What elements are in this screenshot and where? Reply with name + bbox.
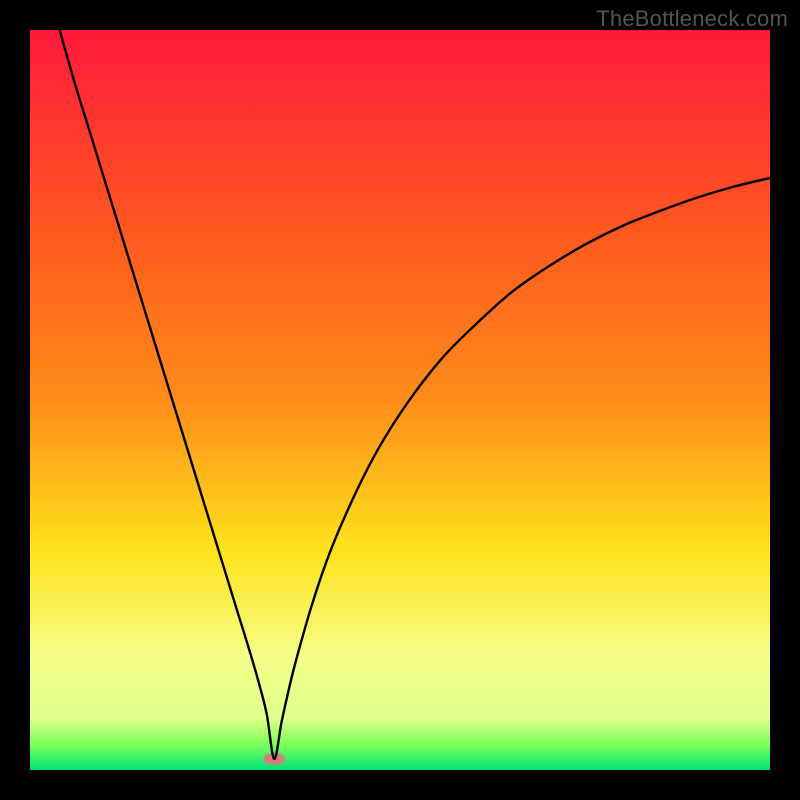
- chart-svg: [30, 30, 770, 770]
- watermark-text: TheBottleneck.com: [596, 6, 788, 32]
- gradient-background: [30, 30, 770, 770]
- plot-area: [30, 30, 770, 770]
- chart-container: TheBottleneck.com: [0, 0, 800, 800]
